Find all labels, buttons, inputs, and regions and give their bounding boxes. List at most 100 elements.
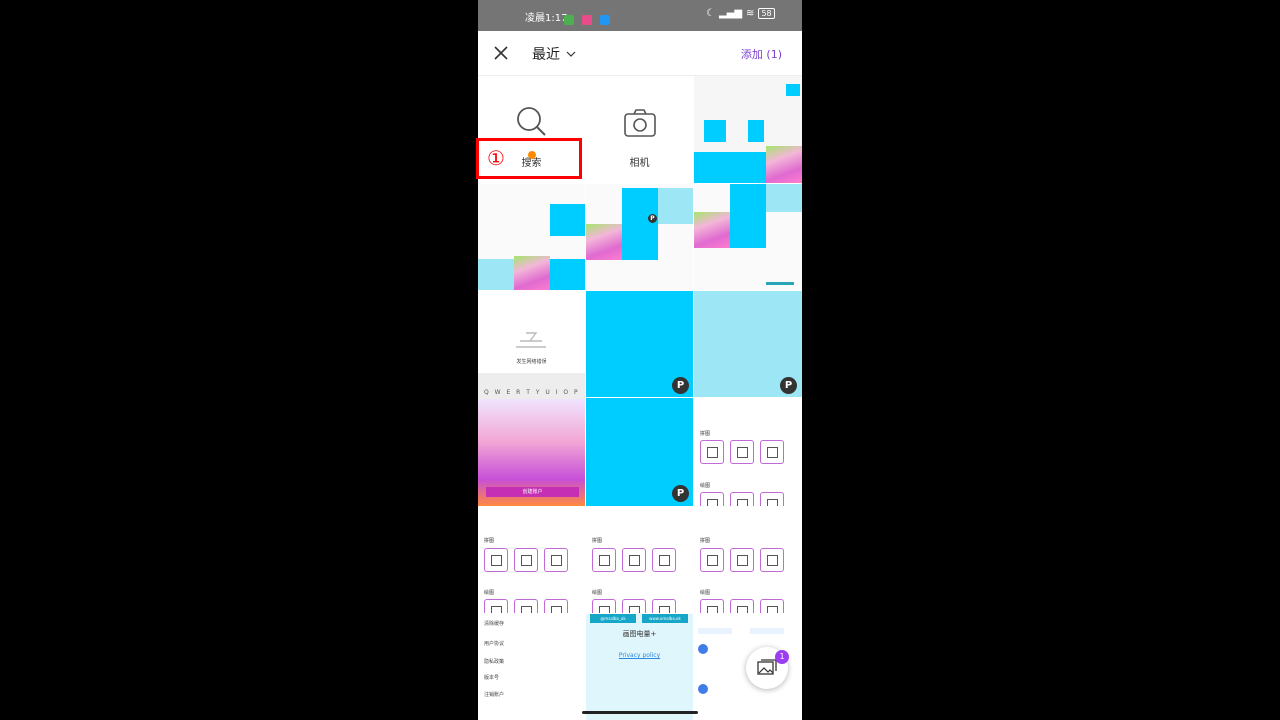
- keyboard-row: Q W E R T Y U I O P: [484, 389, 580, 396]
- close-icon[interactable]: [490, 42, 512, 64]
- avatar-icon: [698, 644, 708, 654]
- tool-icon: [592, 599, 616, 613]
- tool-icon: [730, 599, 754, 613]
- offline-text: 发生网络错误: [516, 359, 547, 365]
- status-bar: 凌晨1:17 ☾ ▂▄▆ ≋ 58: [478, 0, 802, 31]
- keyboard-strip: Q W E R T Y U I O P: [478, 373, 585, 399]
- tool-icon: [622, 599, 646, 613]
- section-label: 拼图: [484, 538, 495, 544]
- tool-icon: [514, 548, 538, 572]
- section-label: 拼图: [700, 431, 711, 437]
- tool-icon: [652, 599, 676, 613]
- camera-icon: [624, 109, 656, 137]
- photo-thumbnail[interactable]: [478, 184, 585, 290]
- thumb-photo: [514, 256, 550, 290]
- photo-thumbnail[interactable]: 拼图 绘图: [694, 507, 802, 613]
- phone-screen: 凌晨1:17 ☾ ▂▄▆ ≋ 58 最近 添加 (1) 搜索 相机 P 发生网络…: [478, 0, 802, 720]
- moon-icon: ☾: [706, 8, 715, 19]
- photo-thumbnail[interactable]: @msalba_ok www.omalba.ok 画图电量+ Privacy p…: [586, 614, 693, 720]
- thumb-block: [786, 84, 800, 96]
- section-label: 拼图: [592, 538, 603, 544]
- privacy-link: Privacy policy: [618, 652, 661, 659]
- app-notify-icon: [600, 15, 611, 25]
- thumb-photo: [766, 146, 802, 183]
- camera-tile[interactable]: 相机: [586, 76, 693, 183]
- app-notify-icon: [582, 15, 593, 25]
- avatar-icon: [698, 684, 708, 694]
- tool-icon: [544, 548, 568, 572]
- thumb-block: [704, 120, 726, 142]
- picker-header: 最近 添加 (1): [478, 31, 802, 76]
- tool-icon: [760, 492, 784, 506]
- thumb-block: [478, 259, 514, 290]
- tool-icon: [730, 492, 754, 506]
- settings-row: 用户协议: [484, 641, 505, 647]
- photo-thumbnail[interactable]: 拼图 绘图: [586, 507, 693, 613]
- settings-row: 清除缓存: [484, 621, 505, 627]
- thumb-block: [694, 152, 766, 183]
- settings-row: 隐私政策: [484, 659, 505, 665]
- tool-icon: [700, 440, 724, 464]
- p-badge-icon: P: [780, 377, 797, 394]
- status-time: 凌晨1:17: [525, 13, 568, 24]
- tool-icon: [700, 548, 724, 572]
- tool-icon: [760, 599, 784, 613]
- tool-icon: [760, 548, 784, 572]
- tool-icon: [652, 548, 676, 572]
- tool-icon: [622, 548, 646, 572]
- thumb-block: [658, 188, 693, 224]
- tool-icon: [730, 548, 754, 572]
- tool-icon: [700, 492, 724, 506]
- tool-icon: [544, 599, 568, 613]
- thumb-block: [622, 188, 658, 260]
- social-chip: @msalba_ok: [590, 614, 636, 623]
- about-title: 画图电量+: [622, 630, 657, 638]
- thumb-block: [766, 184, 802, 212]
- section-label: 绘图: [484, 590, 495, 596]
- p-badge-icon: P: [648, 214, 657, 223]
- thumb-photo: [586, 224, 622, 260]
- tool-icon: [730, 440, 754, 464]
- tool-icon: [592, 548, 616, 572]
- step-marker: ①: [487, 146, 505, 170]
- section-label: 拼图: [700, 538, 711, 544]
- photo-thumbnail[interactable]: 清除缓存 用户协议 隐私政策 版本号 注销账户: [478, 614, 585, 720]
- photo-thumbnail[interactable]: P: [586, 291, 693, 397]
- photo-thumbnail[interactable]: P: [586, 184, 693, 290]
- notification-icons: [564, 10, 611, 29]
- tool-icon: [484, 599, 508, 613]
- p-badge-icon: P: [672, 377, 689, 394]
- social-chip: www.omalba.ok: [642, 614, 688, 623]
- thumb-photo: [694, 212, 730, 248]
- signal-icon: ▂▄▆: [718, 8, 743, 19]
- battery-icon: 58: [758, 8, 775, 19]
- settings-row: 注销账户: [484, 692, 505, 698]
- app-notify-icon: [564, 15, 574, 25]
- home-indicator: [582, 711, 698, 714]
- album-name: 最近: [532, 47, 560, 63]
- photo-thumbnail[interactable]: P: [694, 291, 802, 397]
- settings-row: 版本号: [484, 675, 500, 681]
- section-label: 绘图: [700, 590, 711, 596]
- photo-thumbnail[interactable]: [694, 184, 802, 290]
- photo-thumbnail[interactable]: 拼图 绘图: [478, 507, 585, 613]
- photo-thumbnail[interactable]: P: [586, 398, 693, 506]
- p-badge-icon: P: [672, 485, 689, 502]
- system-icons: ☾ ▂▄▆ ≋ 58: [706, 8, 775, 19]
- add-button[interactable]: 添加 (1): [741, 46, 782, 62]
- photo-thumbnail[interactable]: 发生网络错误 Q W E R T Y U I O P 创建账户: [478, 291, 585, 506]
- wifi-icon: ≋: [746, 8, 755, 19]
- gallery-icon: [757, 659, 777, 675]
- photo-thumbnail[interactable]: 拼图 绘图: [694, 398, 802, 506]
- album-selector[interactable]: 最近: [532, 44, 576, 64]
- tool-icon: [760, 440, 784, 464]
- touch-indicator: [528, 151, 536, 159]
- selected-count-badge: 1: [775, 650, 789, 664]
- tool-icon: [700, 599, 724, 613]
- camera-label: 相机: [629, 158, 650, 169]
- thumb-button: 创建账户: [486, 487, 579, 497]
- chevron-down-icon: [566, 51, 576, 57]
- thumb-chip: [698, 628, 732, 634]
- photo-thumbnail[interactable]: [694, 76, 802, 183]
- thumb-block: [748, 120, 764, 142]
